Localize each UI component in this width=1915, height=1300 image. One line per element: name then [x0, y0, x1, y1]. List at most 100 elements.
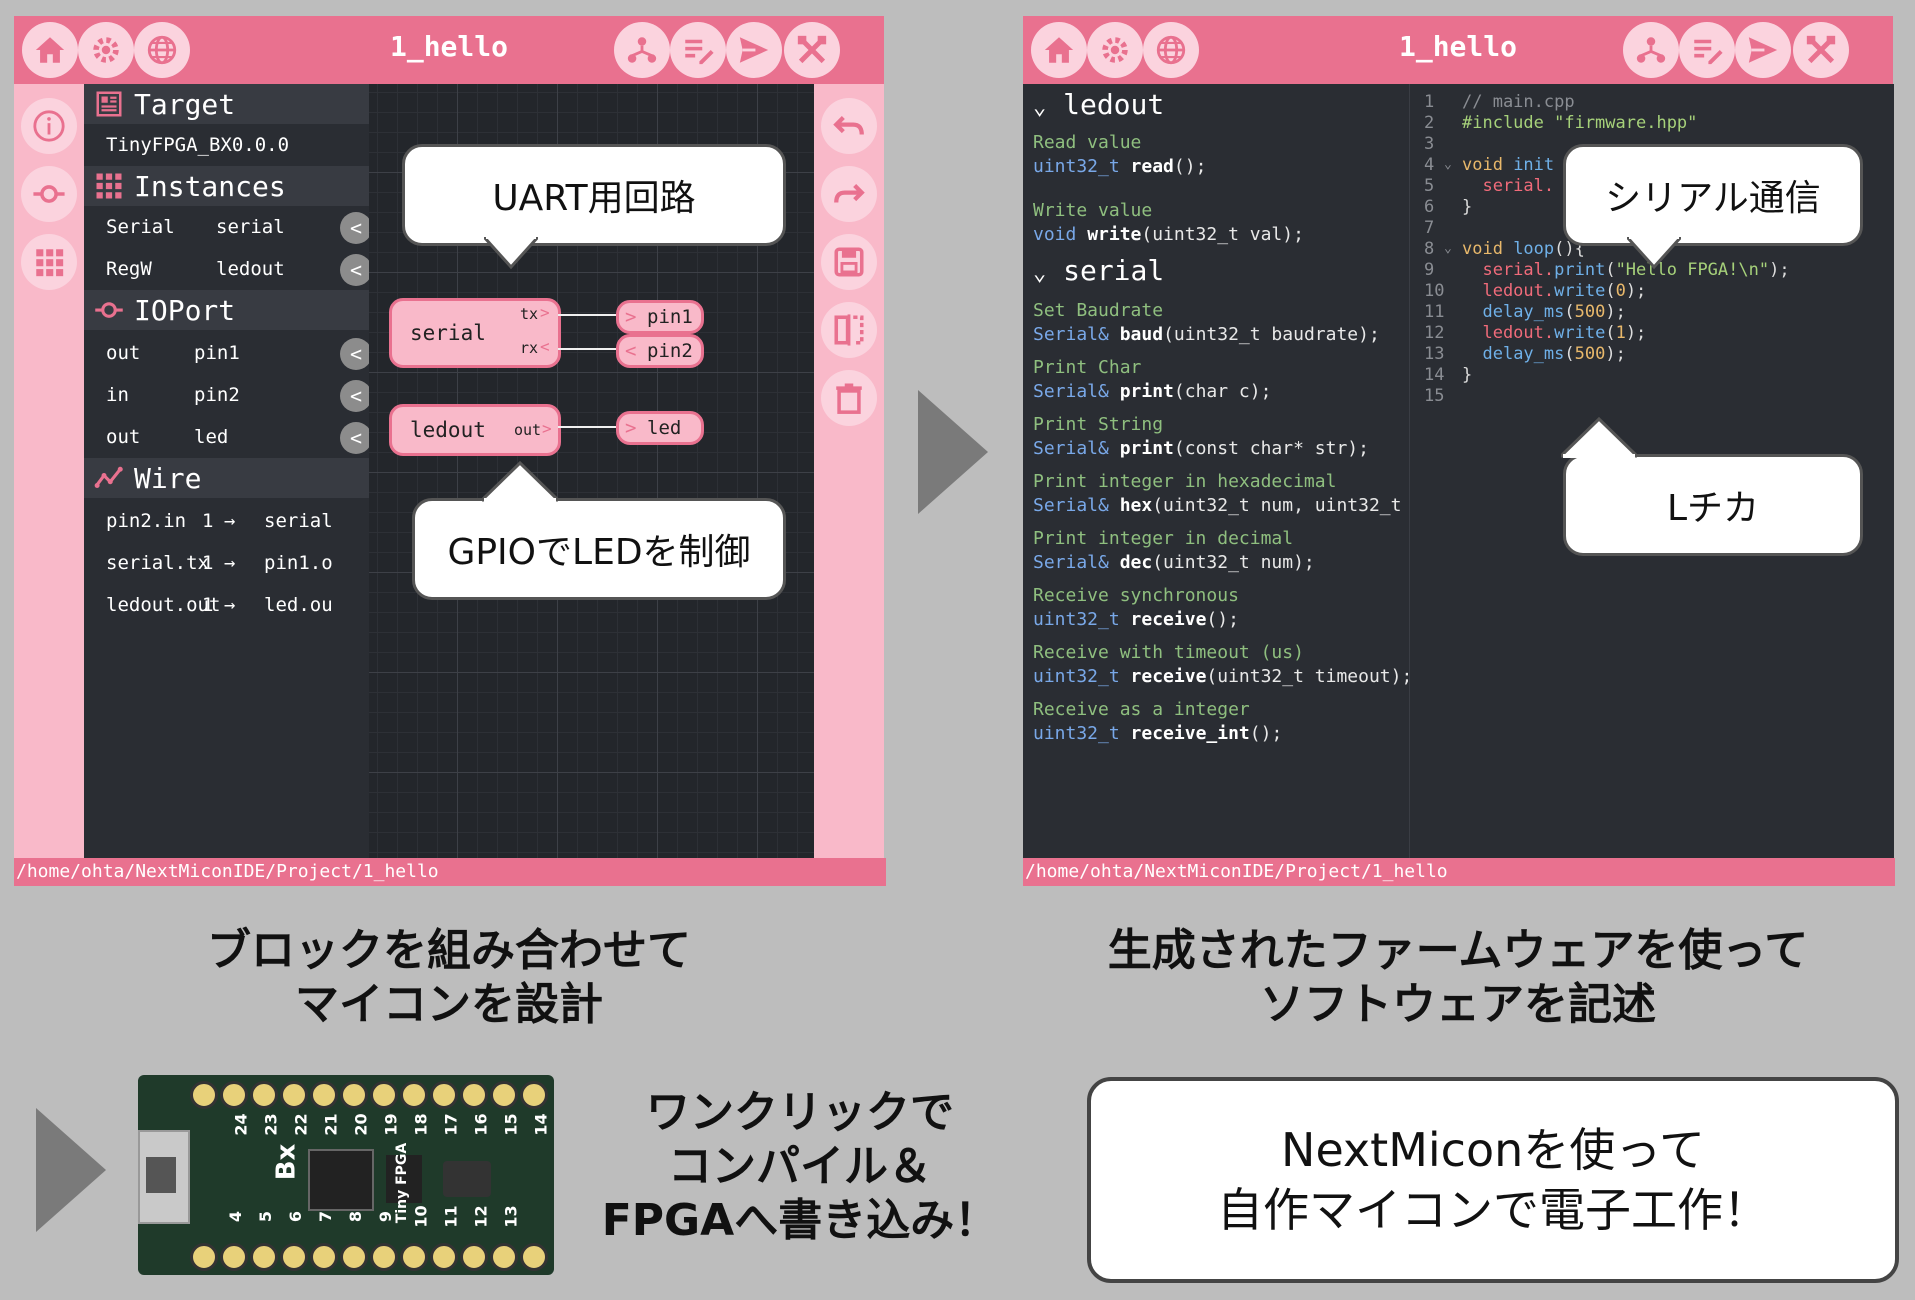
- callout-gpio: GPIOでLEDを制御: [412, 498, 786, 600]
- target-row[interactable]: TinyFPGA_BX0.0.0: [84, 124, 369, 166]
- arrow-right-icon: [918, 390, 988, 514]
- info-button[interactable]: [21, 98, 77, 154]
- chevron-left-icon[interactable]: <: [340, 254, 369, 286]
- pin-number: 12: [471, 1205, 491, 1228]
- pin-number: 17: [441, 1113, 461, 1136]
- api-signature[interactable]: uint32_t read();: [1033, 156, 1206, 177]
- api-fn: read: [1130, 156, 1174, 177]
- api-signature[interactable]: Serial& hex(uint32_t num, uint32_t: [1033, 495, 1401, 516]
- grid-button[interactable]: [21, 234, 77, 290]
- pin-node[interactable]: < pin2: [616, 334, 704, 368]
- ioport-dir: in: [106, 384, 129, 406]
- right-toolbar: [814, 84, 884, 858]
- build-button[interactable]: [784, 22, 840, 78]
- api-signature[interactable]: void write(uint32_t val);: [1033, 224, 1304, 245]
- instance-type: Serial: [106, 216, 175, 238]
- instance-row[interactable]: RegW ledout <: [84, 248, 369, 290]
- pin-number: 24: [231, 1113, 251, 1136]
- target-section-header[interactable]: Target: [84, 84, 369, 124]
- ioport-icon: [33, 185, 65, 203]
- api-group-ledout[interactable]: ⌄ ledout: [1033, 88, 1164, 121]
- wire-line[interactable]: [558, 426, 618, 428]
- api-desc: Receive as a integer: [1033, 699, 1250, 720]
- api-signature[interactable]: uint32_t receive_int();: [1033, 723, 1282, 744]
- wire-row[interactable]: serial.tx 1 → pin1.o: [84, 542, 369, 584]
- save-button[interactable]: [821, 234, 877, 290]
- flip-icon: [834, 314, 864, 346]
- wire-row[interactable]: ledout.out 1 → led.ou: [84, 584, 369, 626]
- serial-block[interactable]: serial tx > rx <: [389, 298, 561, 368]
- delete-button[interactable]: [821, 370, 877, 426]
- api-signature[interactable]: uint32_t receive();: [1033, 609, 1239, 630]
- api-signature[interactable]: Serial& dec(uint32_t num);: [1033, 552, 1315, 573]
- ioport-button[interactable]: [21, 166, 77, 222]
- code-line: delay_ms(500);: [1482, 344, 1626, 364]
- ioport-row[interactable]: out led <: [84, 416, 369, 458]
- send-button[interactable]: [726, 22, 782, 78]
- port-rx: rx: [520, 339, 539, 357]
- chevron-left-icon[interactable]: <: [340, 338, 369, 370]
- status-path: /home/ohta/NextMiconIDE/Project/1_hello: [14, 858, 886, 886]
- api-group-serial[interactable]: ⌄ serial: [1033, 254, 1164, 287]
- pin-number: 19: [381, 1113, 401, 1136]
- pin-hole: [370, 1081, 398, 1109]
- caption-line: ワンクリックで: [646, 1087, 954, 1138]
- instance-row[interactable]: Serial serial <: [84, 206, 369, 248]
- api-args: (char c);: [1173, 381, 1272, 402]
- ioport-row[interactable]: in pin2 <: [84, 374, 369, 416]
- pin-node[interactable]: > pin1: [616, 300, 704, 334]
- undo-button[interactable]: [821, 98, 877, 154]
- wire-row[interactable]: pin2.in 1 → serial: [84, 500, 369, 542]
- title-bar: 1_hello: [1023, 16, 1893, 84]
- chevron-left-icon[interactable]: <: [340, 422, 369, 454]
- pin-hole: [340, 1243, 368, 1271]
- api-desc: Print integer in hexadecimal: [1033, 471, 1337, 492]
- ioport-section-header[interactable]: IOPort: [84, 290, 369, 330]
- redo-button[interactable]: [821, 166, 877, 222]
- port-tx: tx: [520, 305, 539, 323]
- circuit-editor-window: 1_hello Target TinyFPGA_BX0.0.0 Instance…: [14, 16, 886, 886]
- wire-icon: [94, 466, 123, 488]
- network-button[interactable]: [614, 22, 670, 78]
- instances-section-header[interactable]: Instances: [84, 166, 369, 206]
- port-arrow-icon: >: [540, 303, 550, 322]
- build-button[interactable]: [1793, 22, 1849, 78]
- edit-button[interactable]: [1679, 22, 1735, 78]
- api-signature[interactable]: uint32_t receive(uint32_t timeout);: [1033, 666, 1408, 687]
- pin-number: 6: [286, 1210, 306, 1223]
- ioport-row[interactable]: out pin1 <: [84, 332, 369, 374]
- pin-hole: [190, 1243, 218, 1271]
- edit-icon: [1694, 39, 1723, 65]
- network-icon: [627, 37, 657, 63]
- api-signature[interactable]: Serial& print(const char* str);: [1033, 438, 1369, 459]
- pin-labels-top: 24 23 22 21 20 19 18 17 16 15 14: [190, 1111, 551, 1145]
- callout-text: シリアル通信: [1605, 178, 1821, 219]
- network-button[interactable]: [1623, 22, 1679, 78]
- pin-node[interactable]: > led: [616, 411, 704, 445]
- pin-hole: [190, 1081, 218, 1109]
- pin-hole: [370, 1243, 398, 1271]
- api-type: uint32_t: [1033, 666, 1131, 687]
- fold-icon[interactable]: ⌄: [1444, 241, 1452, 256]
- wire-section-header[interactable]: Wire: [84, 458, 369, 498]
- wire-line[interactable]: [558, 314, 618, 316]
- fold-icon[interactable]: ⌄: [1444, 157, 1452, 172]
- trash-icon: [836, 383, 862, 414]
- send-button[interactable]: [1735, 22, 1791, 78]
- edit-button[interactable]: [670, 22, 726, 78]
- pin-number: 8: [346, 1210, 366, 1223]
- chevron-left-icon[interactable]: <: [340, 212, 369, 244]
- code-include: #include "firmware.hpp": [1462, 113, 1698, 133]
- ioport-section-title: IOPort: [134, 293, 236, 327]
- pin-hole: [400, 1081, 428, 1109]
- wire-to: led.ou: [264, 594, 333, 616]
- ledout-block[interactable]: ledout out >: [389, 404, 561, 456]
- chevron-left-icon[interactable]: <: [340, 380, 369, 412]
- code-line: delay_ms(500);: [1482, 302, 1626, 322]
- flip-button[interactable]: [821, 302, 877, 358]
- api-signature[interactable]: Serial& print(char c);: [1033, 381, 1271, 402]
- code-line: serial.: [1462, 176, 1555, 196]
- api-signature[interactable]: Serial& baud(uint32_t baudrate);: [1033, 324, 1380, 345]
- wire-line[interactable]: [558, 348, 618, 350]
- pin-hole: [430, 1243, 458, 1271]
